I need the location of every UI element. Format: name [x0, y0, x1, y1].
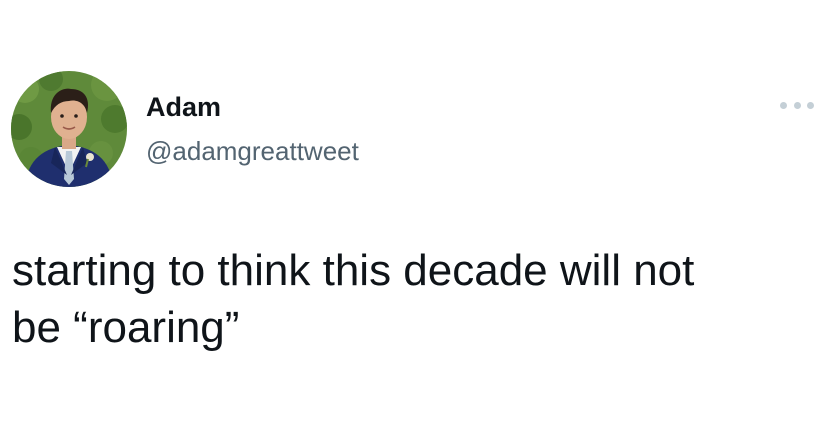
- tweet-text-line-1: starting to think this decade will not: [12, 246, 695, 295]
- author-display-name[interactable]: Adam: [146, 90, 221, 124]
- avatar[interactable]: [11, 71, 127, 187]
- dot: [793, 101, 801, 109]
- avatar-image: [11, 71, 127, 187]
- tweet-text-line-2: be “roaring”: [12, 303, 240, 352]
- dot: [780, 101, 787, 109]
- dot: [807, 101, 814, 109]
- tweet-text: starting to think this decade will not b…: [12, 242, 812, 356]
- author-handle[interactable]: @adamgreattweet: [146, 134, 359, 168]
- more-options-icon[interactable]: [780, 95, 814, 115]
- tweet-card: Adam @adamgreattweet starting to think t…: [0, 0, 828, 444]
